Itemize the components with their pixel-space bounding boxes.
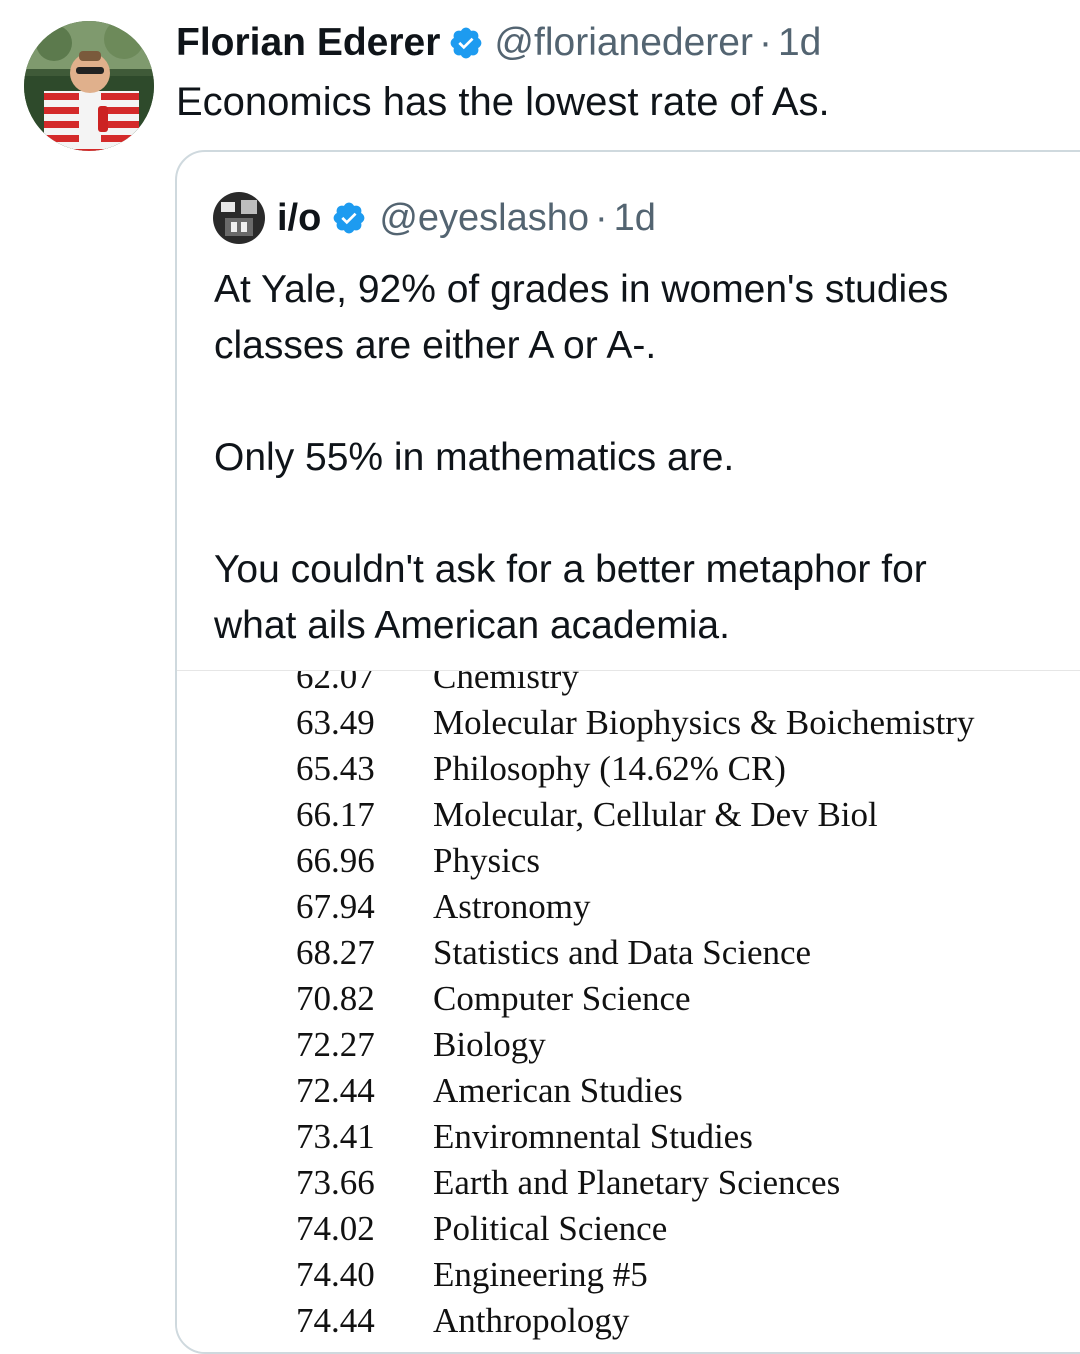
quote-tweet-card[interactable]: i/o @eyeslasho · 1d At Yale, 92% of grad… (175, 150, 1080, 1354)
department-name: Earth and Planetary Sciences (433, 1163, 841, 1202)
table-row: 63.49 Molecular Biophysics & Boichemistr… (177, 703, 1080, 749)
grade-score: 74.44 (296, 1301, 375, 1340)
table-row: 74.02 Political Science (177, 1209, 1080, 1255)
table-row: 70.82 Computer Science (177, 979, 1080, 1025)
grade-score: 72.27 (296, 1025, 375, 1064)
quote-text: At Yale, 92% of grades in women's studie… (214, 262, 1080, 654)
tweet-timestamp[interactable]: 1d (778, 21, 821, 65)
grade-score: 74.40 (296, 1255, 375, 1294)
department-name: Engineering #5 (433, 1255, 648, 1294)
quote-paragraph: You couldn't ask for a better metaphor f… (214, 548, 927, 591)
table-row: 68.27 Statistics and Data Science (177, 933, 1080, 979)
table-row: 74.44 Anthropology (177, 1301, 1080, 1347)
profile-photo-icon (213, 192, 265, 244)
table-row: 66.17 Molecular, Cellular & Dev Biol (177, 795, 1080, 841)
quote-paragraph: At Yale, 92% of grades in women's studie… (214, 268, 949, 311)
department-name: Political Science (433, 1209, 668, 1248)
table-row: 65.43 Philosophy (14.62% CR) (177, 749, 1080, 795)
grade-score: 65.43 (296, 749, 375, 788)
department-name: Computer Science (433, 979, 691, 1018)
table-row: 73.41 Enviromnental Studies (177, 1117, 1080, 1163)
separator-dot: · (758, 21, 772, 64)
grade-score: 70.82 (296, 979, 375, 1018)
department-name: Biology (433, 1025, 546, 1064)
quote-attached-image[interactable]: 62.07 Chemistry 63.49 Molecular Biophysi… (177, 670, 1080, 1352)
department-name: American Studies (433, 1071, 683, 1110)
department-name: Chemistry (433, 670, 579, 696)
grade-score: 62.07 (296, 670, 375, 696)
profile-photo-icon (24, 21, 154, 151)
table-row: 66.96 Physics (177, 841, 1080, 887)
department-name: Enviromnental Studies (433, 1117, 753, 1156)
quote-author-avatar (213, 192, 265, 244)
quote-paragraph: what ails American academia. (214, 604, 730, 647)
quote-author-handle: @eyeslasho (379, 196, 590, 239)
department-name: Molecular, Cellular & Dev Biol (433, 795, 878, 834)
grade-score: 67.94 (296, 887, 375, 926)
grade-score: 72.44 (296, 1071, 375, 1110)
quote-timestamp: 1d (613, 196, 656, 239)
tweet-header: Florian Ederer @florianederer · 1d (176, 18, 821, 68)
grade-score: 66.17 (296, 795, 375, 834)
table-row: 73.66 Earth and Planetary Sciences (177, 1163, 1080, 1209)
author-name[interactable]: Florian Ederer (176, 21, 440, 65)
quote-paragraph: Only 55% in mathematics are. (214, 436, 735, 479)
table-row: 67.94 Astronomy (177, 887, 1080, 933)
quote-author-name: i/o (277, 196, 322, 239)
department-name: Astronomy (433, 887, 591, 926)
quote-header: i/o @eyeslasho · 1d (213, 192, 656, 244)
department-name: Anthropology (433, 1301, 630, 1340)
department-name: Philosophy (14.62% CR) (433, 749, 786, 788)
quote-paragraph: classes are either A or A-. (214, 324, 657, 367)
author-avatar[interactable] (24, 21, 154, 151)
department-name: Molecular Biophysics & Boichemistry (433, 703, 975, 742)
table-row: 62.07 Chemistry (177, 670, 1080, 703)
author-handle[interactable]: @florianederer (494, 21, 753, 65)
table-row: 74.40 Engineering #5 (177, 1255, 1080, 1301)
grade-score: 66.96 (296, 841, 375, 880)
table-row: 72.27 Biology (177, 1025, 1080, 1071)
grade-score: 73.66 (296, 1163, 375, 1202)
grade-score: 74.02 (296, 1209, 375, 1248)
separator-dot: · (595, 196, 608, 239)
table-row: 72.44 American Studies (177, 1071, 1080, 1117)
tweet-text: Economics has the lowest rate of As. (176, 80, 830, 124)
verified-badge-icon (331, 200, 367, 236)
grade-score: 63.49 (296, 703, 375, 742)
verified-badge-icon[interactable] (448, 25, 484, 61)
grade-score: 68.27 (296, 933, 375, 972)
department-name: Statistics and Data Science (433, 933, 812, 972)
department-name: Physics (433, 841, 540, 880)
grade-score: 73.41 (296, 1117, 375, 1156)
